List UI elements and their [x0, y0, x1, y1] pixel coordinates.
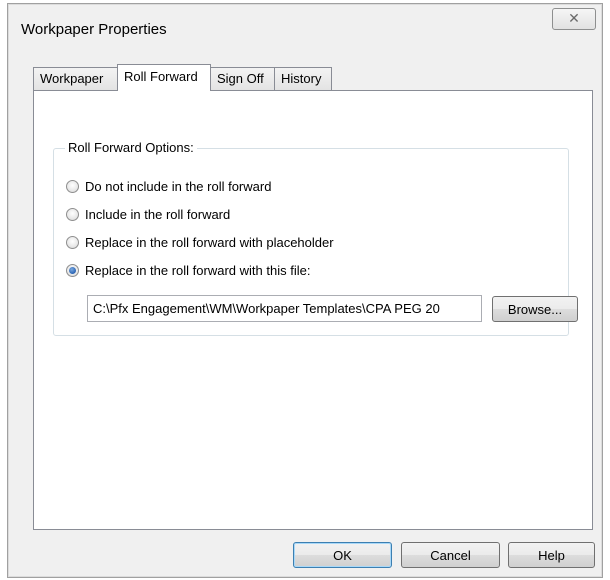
tab-sign-off[interactable]: Sign Off [210, 67, 275, 90]
roll-forward-panel: Roll Forward Options: Do not include in … [33, 90, 593, 530]
radio-include[interactable] [66, 207, 79, 221]
browse-button[interactable]: Browse... [492, 296, 578, 322]
radio-do-not-include[interactable] [66, 179, 79, 193]
file-path-input[interactable] [87, 295, 482, 322]
radio-replace-placeholder[interactable] [66, 235, 79, 249]
cancel-button[interactable]: Cancel [401, 542, 500, 568]
tab-history-label: History [281, 71, 322, 86]
option-label: Replace in the roll forward with this fi… [85, 262, 311, 278]
ok-button[interactable]: OK [293, 542, 392, 568]
group-label: Roll Forward Options: [65, 140, 197, 155]
option-include[interactable]: Include in the roll forward [66, 205, 230, 223]
option-label: Replace in the roll forward with placeho… [85, 234, 334, 250]
option-do-not-include[interactable]: Do not include in the roll forward [66, 177, 271, 195]
option-label: Include in the roll forward [85, 206, 231, 222]
close-button[interactable]: ✕ [552, 8, 596, 30]
workpaper-properties-dialog: Workpaper Properties ✕ Workpaper Roll Fo… [7, 3, 603, 578]
tab-sign-off-label: Sign Off [217, 71, 264, 86]
tab-history[interactable]: History [274, 67, 332, 90]
help-button[interactable]: Help [508, 542, 595, 568]
close-icon: ✕ [568, 11, 580, 27]
dialog-title: Workpaper Properties [21, 21, 167, 38]
title-bar: Workpaper Properties ✕ [8, 4, 602, 52]
radio-replace-file[interactable] [66, 263, 79, 277]
tab-workpaper-label: Workpaper [40, 71, 104, 86]
tab-roll-forward-label: Roll Forward [124, 69, 198, 84]
option-replace-placeholder[interactable]: Replace in the roll forward with placeho… [66, 233, 334, 251]
roll-forward-options-group: Roll Forward Options: Do not include in … [53, 140, 578, 336]
option-replace-file[interactable]: Replace in the roll forward with this fi… [66, 261, 310, 279]
option-label: Do not include in the roll forward [85, 178, 272, 194]
tab-workpaper[interactable]: Workpaper [33, 67, 118, 90]
tab-roll-forward[interactable]: Roll Forward [117, 64, 211, 91]
